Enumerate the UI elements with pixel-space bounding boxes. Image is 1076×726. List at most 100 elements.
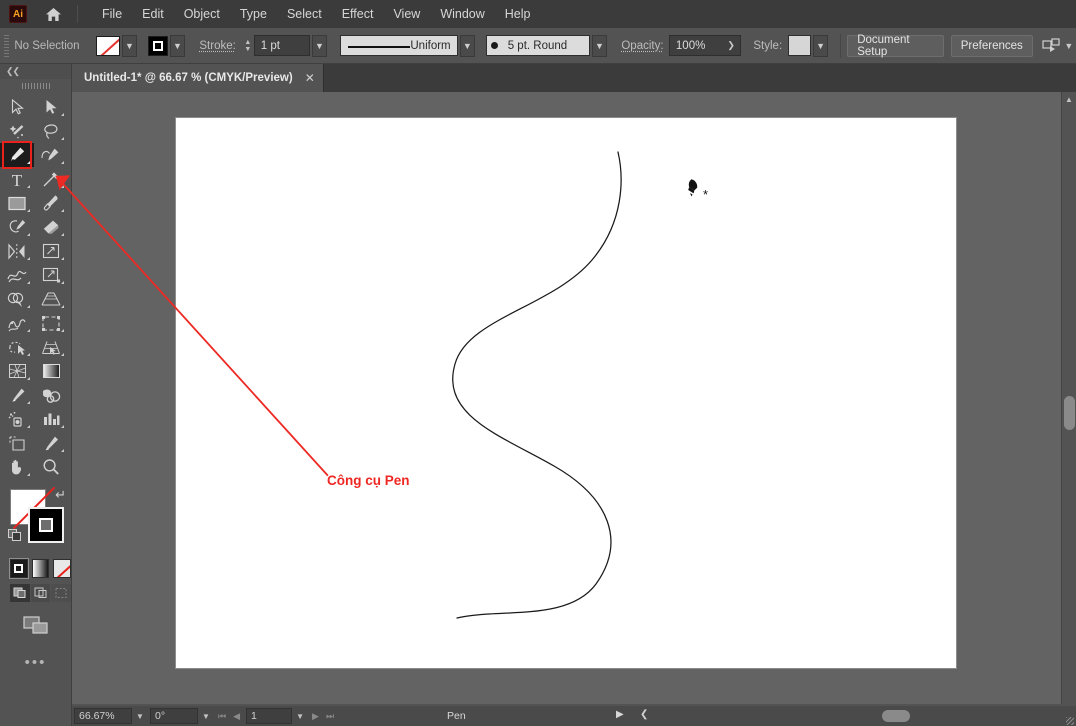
opacity-input[interactable]: 100% ❯: [668, 35, 741, 56]
control-bar-grip[interactable]: [4, 34, 10, 57]
lasso-tool[interactable]: [34, 119, 68, 143]
stroke-indicator[interactable]: [28, 507, 64, 543]
hand-tool[interactable]: [0, 455, 34, 479]
swap-fill-stroke-icon[interactable]: ↵: [55, 487, 66, 503]
curvature-tool[interactable]: [34, 143, 68, 167]
arrange-documents-icon[interactable]: [1042, 37, 1062, 54]
zoom-tool[interactable]: [34, 455, 68, 479]
selection-tool[interactable]: [0, 95, 34, 119]
preferences-button[interactable]: Preferences: [950, 34, 1033, 57]
symbol-sprayer-tool[interactable]: [0, 407, 34, 431]
panel-grip-handle[interactable]: [0, 79, 71, 93]
paintbrush-tool[interactable]: [34, 191, 68, 215]
status-expand-icon[interactable]: ▶: [616, 709, 624, 720]
vertical-scrollbar-thumb[interactable]: [1064, 396, 1075, 430]
double-chevron-left-icon[interactable]: ❮❮: [0, 64, 71, 79]
perspective-selection-tool[interactable]: [34, 335, 68, 359]
stroke-weight-stepper[interactable]: ▲ ▼: [243, 35, 253, 56]
stroke-weight-input[interactable]: 1 pt: [253, 35, 310, 56]
column-graph-tool[interactable]: [34, 407, 68, 431]
opacity-expand-icon[interactable]: ❯: [727, 40, 735, 51]
free-transform-tool[interactable]: [34, 263, 68, 287]
menu-item-file[interactable]: File: [92, 3, 132, 25]
artboard[interactable]: [176, 118, 956, 668]
shape-lasso-tool[interactable]: [0, 335, 34, 359]
change-screen-mode[interactable]: [0, 602, 71, 636]
stroke-profile-select[interactable]: Uniform: [339, 35, 458, 56]
graphic-style-dropdown[interactable]: ▼: [812, 34, 829, 57]
chevron-up-icon[interactable]: ▲: [1062, 92, 1076, 106]
menu-item-select[interactable]: Select: [277, 3, 332, 25]
draw-inside-mode[interactable]: [51, 584, 72, 602]
default-fill-stroke-icon[interactable]: [8, 529, 22, 541]
menu-item-view[interactable]: View: [383, 3, 430, 25]
stroke-swatch-dropdown[interactable]: ▼: [169, 34, 186, 57]
brush-definition-dropdown[interactable]: ▼: [591, 34, 608, 57]
shaper-tool[interactable]: [0, 215, 34, 239]
vertical-scrollbar[interactable]: ▲: [1061, 92, 1076, 704]
opacity-label[interactable]: Opacity:: [621, 40, 663, 52]
perspective-grid-tool[interactable]: [34, 287, 68, 311]
menu-item-effect[interactable]: Effect: [332, 3, 384, 25]
magic-wand-tool[interactable]: [0, 119, 34, 143]
zoom-level-dropdown[interactable]: ▼: [132, 708, 148, 724]
resize-grip[interactable]: [1066, 717, 1074, 725]
close-icon[interactable]: ✕: [305, 72, 315, 84]
type-tool[interactable]: T: [0, 167, 34, 191]
menu-item-help[interactable]: Help: [495, 3, 541, 25]
stroke-profile-dropdown[interactable]: ▼: [459, 34, 476, 57]
mesh-grid-tool[interactable]: [0, 359, 34, 383]
mesh-tool[interactable]: [0, 311, 34, 335]
brush-definition-select[interactable]: 5 pt. Round: [485, 35, 590, 56]
rotation-input[interactable]: 0°: [150, 708, 198, 724]
scroll-left-icon[interactable]: ❮: [640, 709, 648, 720]
line-segment-tool[interactable]: [34, 167, 68, 191]
rotate-tool[interactable]: [0, 239, 34, 263]
rotation-dropdown[interactable]: ▼: [198, 708, 214, 724]
color-mode-gradient[interactable]: [31, 559, 50, 578]
pen-tool[interactable]: [0, 141, 34, 169]
color-mode-none[interactable]: [53, 559, 72, 578]
menu-item-edit[interactable]: Edit: [132, 3, 174, 25]
menu-item-type[interactable]: Type: [230, 3, 277, 25]
shape-builder-tool[interactable]: [0, 287, 34, 311]
fill-swatch-dropdown[interactable]: ▼: [121, 34, 138, 57]
last-artboard-icon[interactable]: ⏭: [326, 711, 334, 722]
document-tab[interactable]: Untitled-1* @ 66.67 % (CMYK/Preview) ✕: [72, 64, 324, 92]
blend-tool[interactable]: [34, 383, 68, 407]
first-artboard-icon[interactable]: ⏮: [218, 711, 226, 722]
artboard-frame-tool[interactable]: [34, 311, 68, 335]
gradient-tool[interactable]: [34, 359, 68, 383]
stroke-swatch[interactable]: [147, 35, 168, 56]
zoom-level-input[interactable]: 66.67%: [74, 708, 132, 724]
document-setup-button[interactable]: Document Setup: [847, 34, 944, 58]
home-icon[interactable]: [43, 4, 63, 24]
menu-item-object[interactable]: Object: [174, 3, 230, 25]
more-tools-icon[interactable]: •••: [0, 636, 71, 671]
scale-tool[interactable]: [34, 239, 68, 263]
eyedropper-tool[interactable]: [0, 383, 34, 407]
color-mode-solid[interactable]: [9, 558, 29, 579]
direct-selection-tool[interactable]: [34, 95, 68, 119]
artboard-number-dropdown[interactable]: ▼: [292, 708, 309, 724]
stroke-weight-label[interactable]: Stroke:: [199, 40, 235, 52]
draw-normal-mode[interactable]: [10, 584, 30, 602]
graphic-style-swatch[interactable]: [787, 35, 811, 56]
menu-item-window[interactable]: Window: [430, 3, 494, 25]
artboard-tool[interactable]: [0, 431, 34, 455]
previous-artboard-icon[interactable]: ◀: [233, 711, 240, 722]
arrange-documents-dropdown[interactable]: ▼: [1062, 36, 1076, 56]
document-canvas-area[interactable]: *: [72, 92, 1076, 704]
fill-swatch[interactable]: [96, 35, 120, 56]
artboard-number-input[interactable]: 1: [246, 708, 293, 724]
rectangle-tool[interactable]: [0, 191, 34, 215]
vertical-scrollbar-track[interactable]: [1064, 106, 1075, 704]
next-artboard-icon[interactable]: ▶: [312, 711, 319, 722]
eraser-tool[interactable]: [34, 215, 68, 239]
draw-behind-mode[interactable]: [30, 584, 51, 602]
slice-tool[interactable]: [34, 431, 68, 455]
stroke-weight-dropdown[interactable]: ▼: [311, 34, 328, 57]
horizontal-scrollbar[interactable]: ▶ ❮ ❯: [616, 706, 1076, 726]
horizontal-scrollbar-thumb[interactable]: [882, 710, 910, 722]
width-tool[interactable]: [0, 263, 34, 287]
